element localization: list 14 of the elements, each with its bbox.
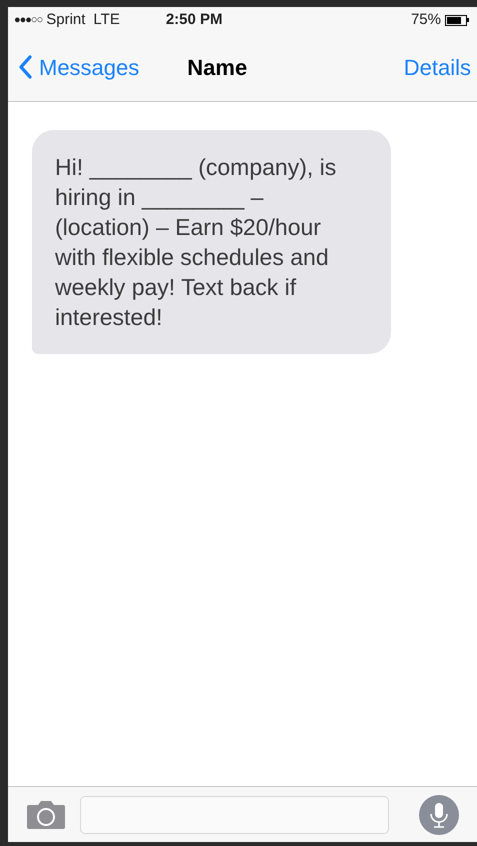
network-type: LTE [93, 10, 120, 30]
microphone-icon[interactable] [419, 794, 459, 834]
battery-icon [445, 14, 469, 26]
camera-icon[interactable] [26, 800, 66, 830]
carrier-name: Sprint [46, 10, 86, 30]
conversation-title: Name [187, 54, 248, 82]
chevron-left-icon [18, 55, 32, 79]
clock-time: 2:50 PM [166, 10, 223, 30]
message-input-field[interactable] [80, 796, 389, 834]
message-bubble: Hi! ________ (company), is hiring in ________ – (location) – Earn $20/hour with flexible schedules and weekly pay! Text back if interested! [32, 130, 391, 354]
signal-strength: ●●●○○ [14, 12, 42, 28]
battery-percentage: 75% [410, 10, 441, 30]
back-button[interactable]: Messages [18, 50, 140, 84]
details-button[interactable]: Details [404, 50, 471, 84]
